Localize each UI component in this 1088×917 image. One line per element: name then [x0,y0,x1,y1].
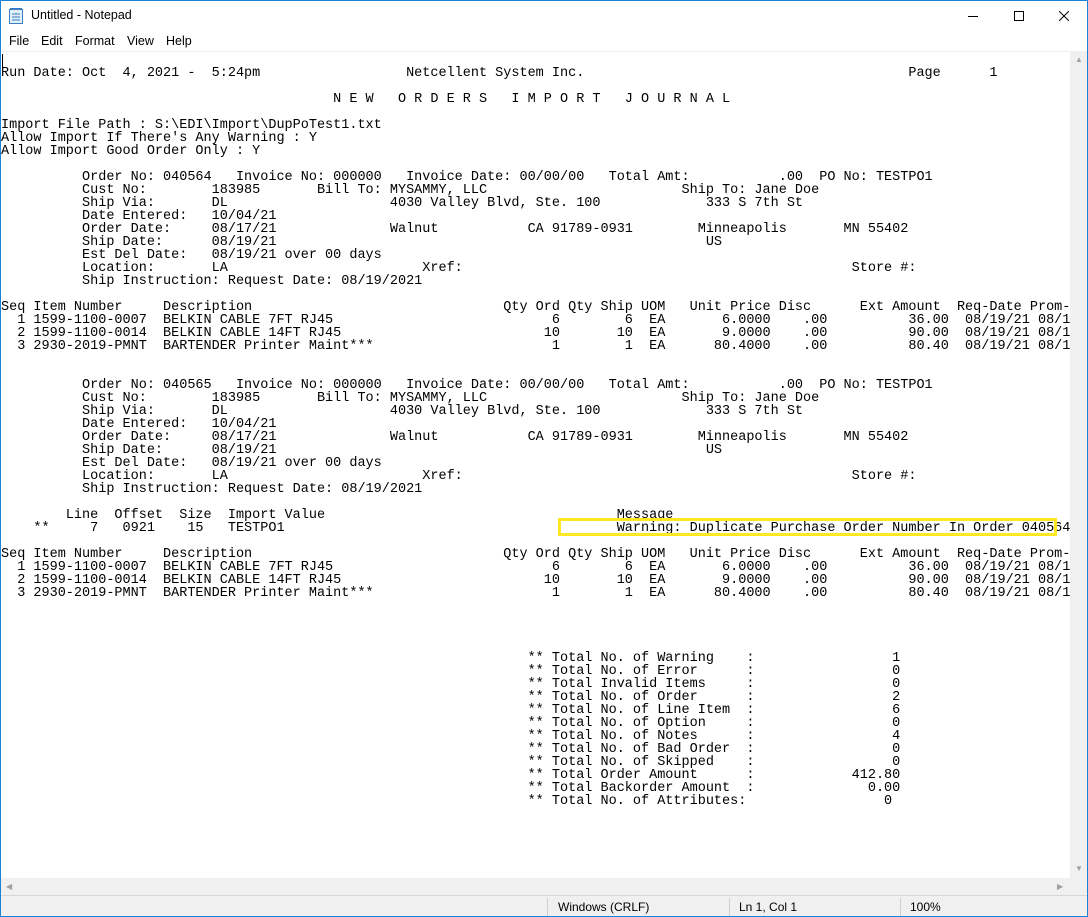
window-title: Untitled - Notepad [31,8,132,22]
scroll-right-arrow-icon[interactable]: ▶ [1057,883,1063,891]
report-line: 3 2930-2019-PMNT BARTENDER Printer Maint… [1,586,1070,601]
close-icon [1059,11,1069,21]
report-line: Ship Instruction: Request Date: 08/19/20… [1,482,423,497]
vertical-scrollbar[interactable]: ▲ ▼ [1070,51,1087,878]
notepad-app-icon [9,8,23,24]
report-line: Ship Instruction: Request Date: 08/19/20… [1,274,423,289]
status-bar: Windows (CRLF) Ln 1, Col 1 100% [1,895,1087,916]
close-button[interactable] [1041,1,1087,31]
title-bar[interactable]: Untitled - Notepad [1,1,1087,31]
menu-format[interactable]: Format [75,34,115,48]
cursor-position-status: Ln 1, Col 1 [739,900,798,914]
status-divider [547,898,548,916]
report-line: 3 2930-2019-PMNT BARTENDER Printer Maint… [1,339,1070,354]
scroll-up-arrow-icon[interactable]: ▲ [1075,56,1083,64]
scroll-left-arrow-icon[interactable]: ◀ [6,883,12,891]
maximize-icon [1014,11,1024,21]
line-ending-status: Windows (CRLF) [558,900,650,914]
warning-highlight-box [558,518,1057,536]
menu-edit[interactable]: Edit [41,34,63,48]
report-line: Run Date: Oct 4, 2021 - 5:24pm Netcellen… [1,66,998,81]
minimize-button[interactable] [950,1,996,31]
text-editor[interactable]: Run Date: Oct 4, 2021 - 5:24pm Netcellen… [1,51,1070,879]
menu-help[interactable]: Help [166,34,192,48]
minimize-icon [968,16,978,17]
scrollbar-corner [1070,878,1087,895]
zoom-status: 100% [910,900,941,914]
status-divider [900,898,901,916]
menu-view[interactable]: View [127,34,154,48]
report-line: N E W O R D E R S I M P O R T J O U R N … [1,92,731,107]
report-line: Allow Import Good Order Only : Y [1,144,261,159]
menu-bar: File Edit Format View Help [1,31,1087,51]
scroll-down-arrow-icon[interactable]: ▼ [1075,865,1083,873]
horizontal-scrollbar[interactable]: ◀ ▶ [1,878,1070,895]
report-line: ** Total No. of Attributes: 0 [1,794,893,809]
maximize-button[interactable] [996,1,1042,31]
menu-file[interactable]: File [9,34,29,48]
status-divider [729,898,730,916]
notepad-window: Untitled - Notepad File Edit Format View… [0,0,1088,917]
